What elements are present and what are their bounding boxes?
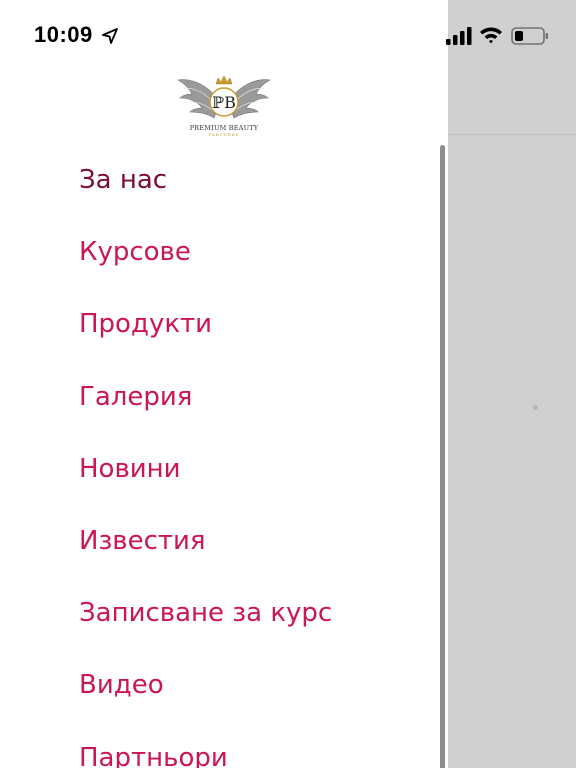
- menu-item-label: Продукти: [79, 309, 213, 340]
- menu-item-label: Видео: [79, 670, 164, 701]
- logo-emblem-icon: ℙB: [177, 75, 271, 119]
- menu-item-video[interactable]: Видео: [0, 649, 448, 721]
- menu-item-label: Партньори: [79, 742, 228, 768]
- menu-item-label: Курсове: [79, 237, 191, 268]
- drawer-scrollbar[interactable]: [440, 145, 445, 768]
- logo-subtitle: PARTNERS: [208, 132, 240, 137]
- svg-text:ℙB: ℙB: [212, 93, 236, 112]
- menu-item-partners[interactable]: Партньори: [0, 722, 448, 768]
- location-arrow-icon: [102, 28, 118, 44]
- menu-item-gallery[interactable]: Галерия: [0, 361, 448, 433]
- menu-item-news[interactable]: Новини: [0, 433, 448, 505]
- menu-item-courses[interactable]: Курсове: [0, 216, 448, 288]
- menu-item-notifications[interactable]: Известия: [0, 505, 448, 577]
- drawer-menu: За нас Курсове Продукти Галерия Новини И…: [0, 144, 448, 768]
- app-screen: ℙB PREMIUM BEAUTY PARTNERS За нас Курсов…: [0, 0, 576, 768]
- status-bar: 10:09: [0, 0, 576, 72]
- navigation-drawer: ℙB PREMIUM BEAUTY PARTNERS За нас Курсов…: [0, 0, 448, 768]
- status-time: 10:09: [34, 22, 93, 47]
- logo-title: PREMIUM BEAUTY: [189, 124, 259, 132]
- menu-item-products[interactable]: Продукти: [0, 288, 448, 360]
- menu-item-label: За нас: [79, 165, 168, 196]
- logo[interactable]: ℙB PREMIUM BEAUTY PARTNERS: [176, 72, 272, 140]
- menu-item-label: Записване за курс: [79, 598, 333, 629]
- menu-item-label: Галерия: [79, 381, 193, 412]
- menu-item-about[interactable]: За нас: [0, 144, 448, 216]
- menu-item-course-registration[interactable]: Записване за курс: [0, 577, 448, 649]
- menu-item-label: Новини: [79, 453, 181, 484]
- loading-dot: [533, 405, 538, 410]
- wifi-icon: [480, 27, 502, 44]
- dimmed-content-area[interactable]: [448, 0, 576, 768]
- battery-icon: [511, 27, 548, 45]
- cellular-signal-icon: [446, 27, 472, 45]
- logo-text: PREMIUM BEAUTY PARTNERS: [176, 124, 272, 137]
- menu-item-label: Известия: [79, 526, 206, 557]
